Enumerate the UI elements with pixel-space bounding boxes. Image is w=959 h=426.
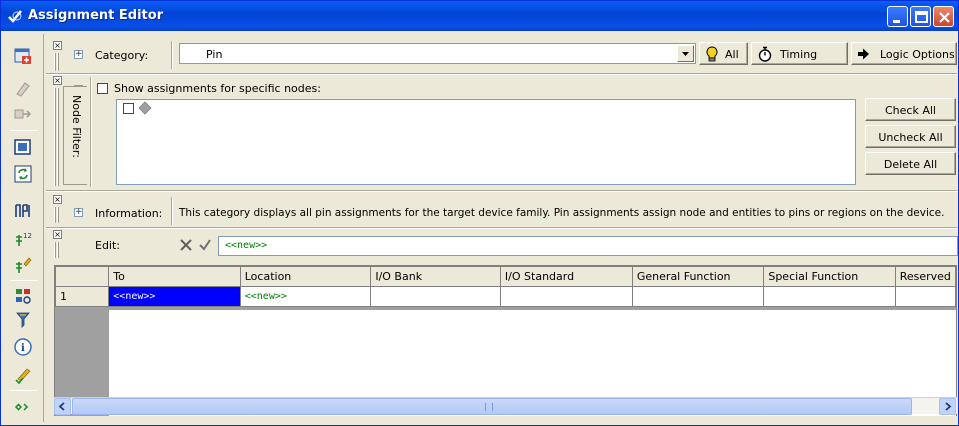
show-assignments-checkbox[interactable] [97,83,108,94]
filter-icon[interactable] [13,310,33,330]
minimize-button[interactable] [887,6,908,27]
horizontal-scrollbar[interactable] [54,397,957,415]
cell-io-standard[interactable] [499,286,633,307]
lightbulb-icon [705,46,719,65]
column-header[interactable]: Special Function [763,266,896,287]
stopwatch-icon [757,46,773,65]
node-filter-tab[interactable]: Node Filter: [63,86,87,185]
cell-special-function[interactable] [763,286,896,307]
chevron-down-icon[interactable] [677,45,694,62]
refresh-icon[interactable] [13,164,33,184]
uncheck-all-button[interactable]: Uncheck All [865,125,956,148]
close-panel-icon[interactable]: × [53,41,62,50]
svg-text:i: i [21,343,25,354]
node-filter-tab-label: Node Filter: [70,95,83,158]
check-icon[interactable] [13,365,33,385]
column-header[interactable]: Reserved [894,266,956,287]
column-header[interactable]: I/O Standard [499,266,633,287]
export-icon[interactable] [13,104,33,124]
column-header[interactable]: To [108,266,241,287]
column-header[interactable]: General Function [631,266,765,287]
bottom-margin [46,416,957,424]
table-header-row: To Location I/O Bank I/O Standard Genera… [55,266,956,287]
info-icon[interactable]: i [13,337,33,357]
cell-reserved[interactable] [894,286,956,307]
pin-planner-icon[interactable] [13,201,33,221]
node-list[interactable] [116,99,856,185]
information-expander[interactable]: + [74,208,83,217]
edit-field[interactable]: <<new>> [218,236,958,256]
scroll-left-icon[interactable] [54,398,71,415]
eraser-icon[interactable] [13,79,33,99]
edit-label: Edit: [95,239,121,252]
information-panel-grip[interactable]: × [52,195,63,225]
pin-numbers-icon[interactable]: 12 [13,229,33,249]
cell-to[interactable]: <<new>> [108,286,241,307]
table-corner[interactable] [55,266,110,287]
category-expander[interactable]: + [74,50,83,59]
accept-edit-icon[interactable] [198,238,212,255]
table-row[interactable]: 1 <<new>> <<new>> [55,286,956,307]
cancel-edit-icon[interactable] [179,238,193,255]
information-label: Information: [95,207,163,220]
row-number[interactable]: 1 [55,286,110,307]
close-panel-icon[interactable]: × [53,76,62,85]
assignment-editor-window: Assignment Editor 12 i × + Category: Pin… [0,0,959,426]
title-bar[interactable]: Assignment Editor [1,1,958,31]
category-select[interactable]: Pin [179,43,696,64]
close-panel-icon[interactable]: × [53,195,62,204]
cell-io-bank[interactable] [370,286,501,307]
expand-icon[interactable] [13,397,33,417]
left-toolbar: 12 i [4,34,44,422]
edit-field-value: <<new>> [225,240,268,251]
column-header[interactable]: Location [239,266,372,287]
logic-options-button[interactable]: Logic Options [851,42,957,65]
close-panel-icon[interactable]: × [53,230,62,239]
check-all-button[interactable]: Check All [865,98,956,121]
scrollbar-thumb[interactable] [72,398,912,415]
node-finder-icon[interactable] [13,286,33,306]
window-title: Assignment Editor [28,8,164,23]
edit-panel-grip[interactable]: × [52,230,63,260]
new-assignment-icon[interactable] [13,46,33,66]
diamond-icon [138,101,152,118]
arrow-right-icon [857,46,871,65]
cell-general-function[interactable] [631,286,765,307]
delete-all-button[interactable]: Delete All [865,152,956,175]
node-filter-panel-grip[interactable]: × [52,76,63,188]
svg-text:12: 12 [23,232,32,240]
maximize-button[interactable] [910,6,931,27]
pin-edit-icon[interactable] [13,255,33,275]
all-button[interactable]: All [699,42,748,65]
window-icon[interactable] [13,137,33,157]
show-assignments-label: Show assignments for specific nodes: [114,82,321,95]
app-icon [7,8,23,24]
category-label: Category: [95,49,149,62]
scroll-right-icon[interactable] [939,398,956,415]
column-header[interactable]: I/O Bank [370,266,501,287]
node-checkbox[interactable] [123,103,134,114]
category-value: Pin [206,48,223,61]
close-button[interactable] [933,6,954,27]
category-panel-grip[interactable]: × [52,41,63,73]
timing-button[interactable]: Timing [751,42,848,65]
information-text: This category displays all pin assignmen… [179,207,945,219]
cell-location[interactable]: <<new>> [239,286,372,307]
